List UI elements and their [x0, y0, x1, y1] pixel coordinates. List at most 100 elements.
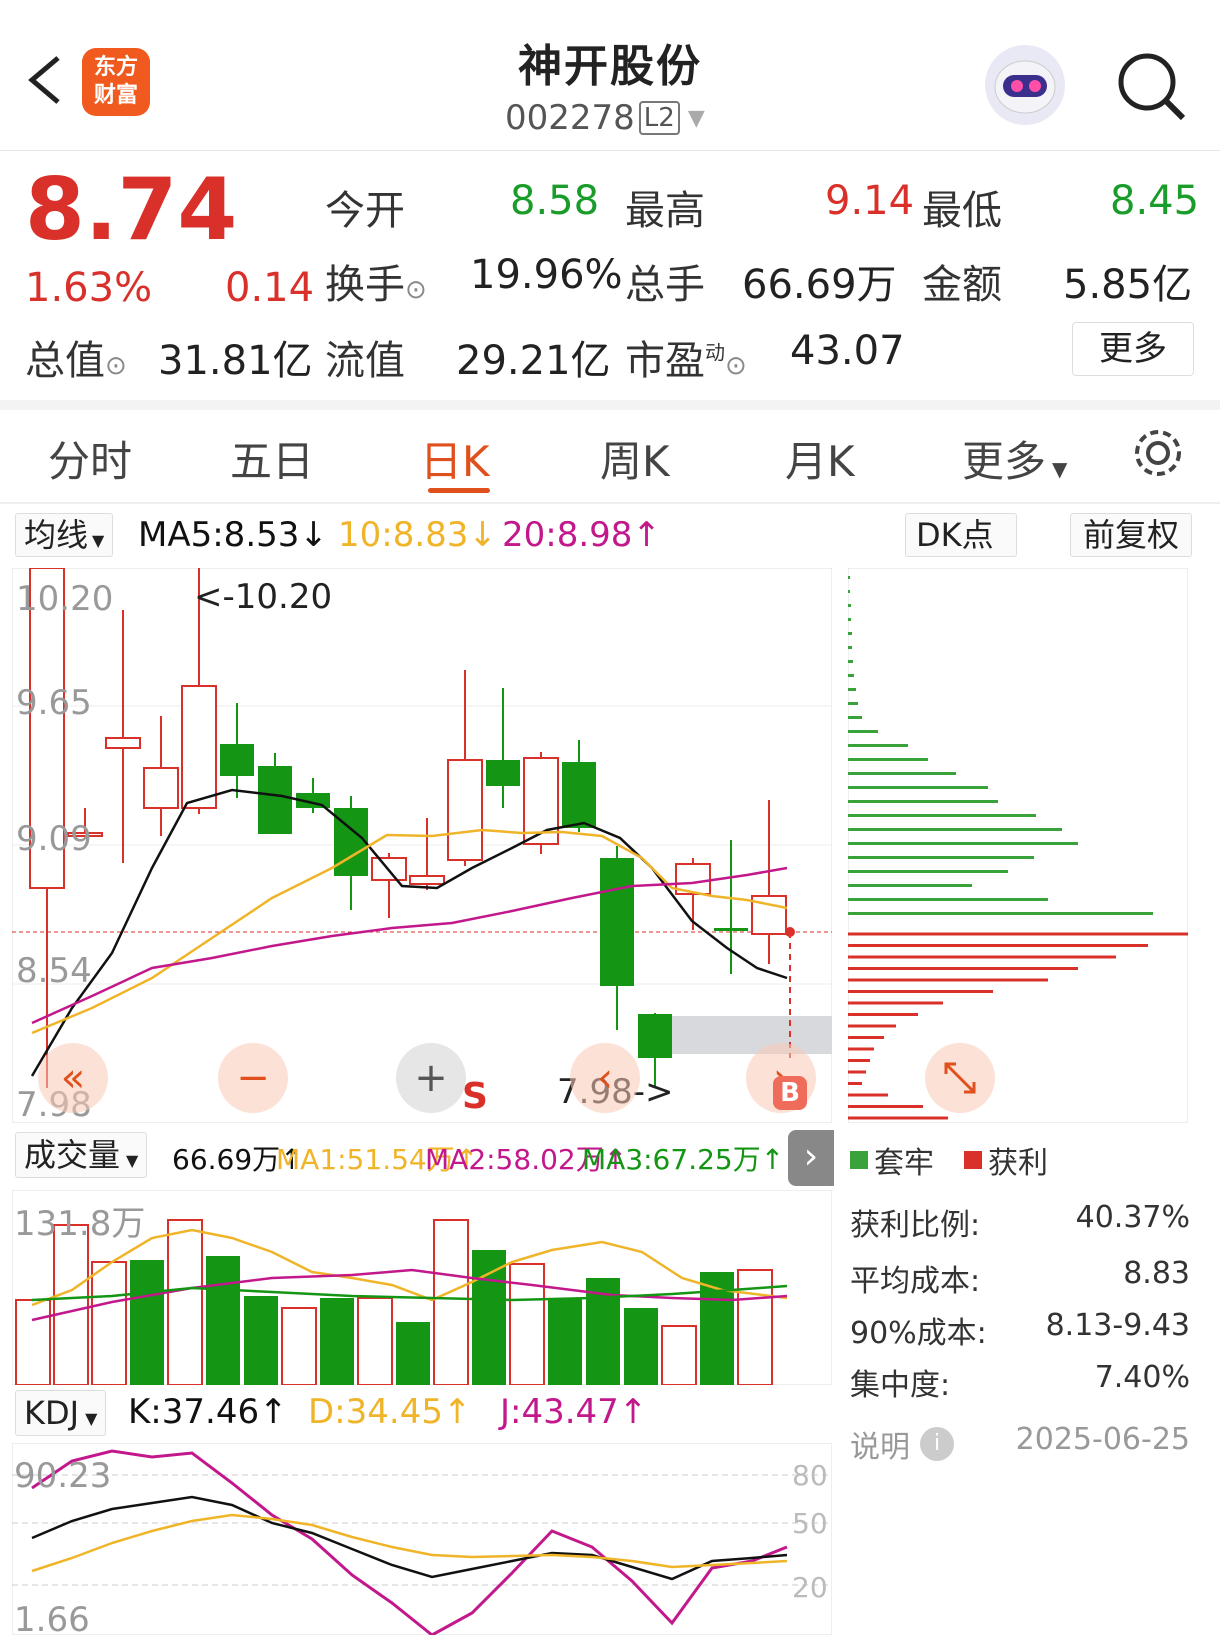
volume-selector[interactable]: 成交量 ▼	[15, 1132, 148, 1178]
candle	[751, 800, 787, 964]
volume-bar	[281, 1307, 317, 1385]
candle	[334, 796, 368, 910]
tab-yuek[interactable]: 月K	[785, 428, 855, 489]
chip-bar	[848, 944, 1148, 947]
tab-fenshi[interactable]: 分时	[48, 428, 132, 489]
scroll-left-button[interactable]: ‹	[570, 1043, 640, 1113]
candle	[600, 846, 634, 1030]
fuquan-button[interactable]: 前复权	[1070, 513, 1193, 557]
section-divider	[0, 400, 1220, 410]
volume-bar	[548, 1298, 582, 1385]
chip-bar	[848, 800, 998, 803]
settings-button[interactable]	[1130, 425, 1186, 481]
volume-bar	[472, 1250, 506, 1385]
chip-bar	[848, 590, 850, 593]
expand-button[interactable]	[925, 1043, 995, 1113]
back-button[interactable]	[22, 50, 72, 110]
current-price: 8.74	[25, 160, 238, 260]
tab-zhouk[interactable]: 周K	[600, 428, 670, 489]
volume-label: 总手	[625, 262, 705, 308]
zoom-out-button[interactable]: −	[218, 1043, 288, 1113]
y-label-9-09: 9.09	[16, 819, 92, 859]
volume-bar	[624, 1308, 658, 1385]
level-badge: L2	[638, 101, 680, 135]
dk-point-button[interactable]: DK点	[905, 513, 1017, 557]
chip-note-button[interactable]: 说明 i	[850, 1422, 954, 1466]
chip-bar	[848, 1001, 943, 1005]
max-price-note: <-10.20	[194, 577, 332, 617]
chip-bar	[848, 702, 858, 705]
info-icon: ⊙	[405, 275, 427, 305]
stock-code-row[interactable]: 002278 L2 ▼	[505, 98, 705, 138]
kdj-level-20: 20	[792, 1571, 828, 1604]
chip-bar	[848, 688, 856, 691]
chip-bar	[848, 1036, 884, 1039]
kdj-bottom-label: 1.66	[14, 1600, 90, 1635]
candle	[105, 610, 141, 863]
candle	[143, 716, 179, 836]
collapse-panel-button[interactable]: ›	[788, 1130, 834, 1186]
candle	[562, 740, 596, 832]
chip-bar	[848, 912, 1153, 915]
vol-max-label: 131.8万	[14, 1204, 145, 1244]
legend-swatch-profit	[964, 1151, 982, 1169]
robot-icon	[994, 60, 1056, 114]
chip-bar	[848, 604, 851, 607]
chip-distribution-chart	[848, 568, 1188, 1123]
caret-down-icon: ▼	[85, 1409, 98, 1428]
zoom-in-button[interactable]: +	[396, 1043, 466, 1113]
volume-bar	[53, 1224, 89, 1385]
tab-more[interactable]: 更多 ▼	[962, 428, 1067, 489]
amount-label: 金额	[922, 262, 1002, 308]
caret-down-icon: ▼	[126, 1151, 139, 1170]
kdj-k-value: K:37.46↑	[128, 1392, 288, 1432]
volume-bar	[244, 1296, 278, 1385]
ma20-value: 20:8.98↑	[502, 515, 661, 555]
scroll-left-fast-button[interactable]: «	[38, 1043, 108, 1113]
chip-bar	[848, 978, 1048, 982]
stock-name: 神开股份	[518, 41, 702, 92]
chip-bar	[848, 955, 1116, 959]
chip-bar	[848, 618, 851, 621]
pe-value: 43.07	[790, 328, 905, 374]
chip-bar	[848, 730, 878, 733]
ma-selector[interactable]: 均线 ▼	[15, 513, 114, 557]
kdj-level-80: 80	[792, 1459, 828, 1492]
volume-ma3: MA3:67.25万↑	[582, 1143, 785, 1176]
open-value: 8.58	[510, 178, 600, 224]
cost90-value: 8.13-9.43	[1045, 1308, 1190, 1343]
kdj-selector[interactable]: KDJ ▼	[15, 1390, 107, 1436]
tab-rik[interactable]: 日K	[420, 428, 490, 489]
more-quote-button[interactable]: 更多	[1072, 322, 1194, 376]
volume-bar	[91, 1261, 127, 1385]
kdj-j-value: J:43.47↑	[500, 1392, 648, 1432]
volume-chart: 131.8万	[12, 1190, 832, 1385]
turnover-value: 19.96%	[470, 252, 623, 298]
amount-value: 5.85亿	[1063, 262, 1193, 308]
volume-bar	[357, 1297, 393, 1385]
info-icon: ⊙	[725, 351, 747, 381]
kdj-d-value: D:34.45↑	[308, 1392, 472, 1432]
ma10-value: 10:8.83↓	[338, 515, 497, 555]
concentration-label: 集中度:	[850, 1368, 951, 1403]
chip-legend: 套牢 获利	[850, 1138, 1048, 1182]
candle	[447, 670, 483, 866]
chip-bar	[848, 1070, 866, 1074]
info-icon: ⊙	[105, 351, 127, 381]
chip-bar	[848, 758, 928, 761]
tab-active-underline	[428, 488, 490, 493]
candle	[220, 703, 254, 798]
float-label: 流值	[325, 338, 405, 384]
kline-chart[interactable]: 10.20 9.65 9.09 8.54 7.98 <-10.20 7.98->…	[12, 568, 832, 1123]
float-value: 29.21亿	[456, 338, 611, 384]
volume-bar	[320, 1298, 354, 1385]
robot-avatar[interactable]	[985, 45, 1065, 125]
chip-bar	[848, 967, 1078, 970]
chip-bar	[848, 1024, 896, 1028]
search-button[interactable]	[1115, 50, 1190, 125]
divider	[0, 150, 1220, 151]
caret-down-icon: ▼	[687, 105, 705, 131]
tab-wuri[interactable]: 五日	[230, 428, 314, 489]
volume-bar	[130, 1260, 164, 1385]
chip-bar	[848, 884, 972, 887]
